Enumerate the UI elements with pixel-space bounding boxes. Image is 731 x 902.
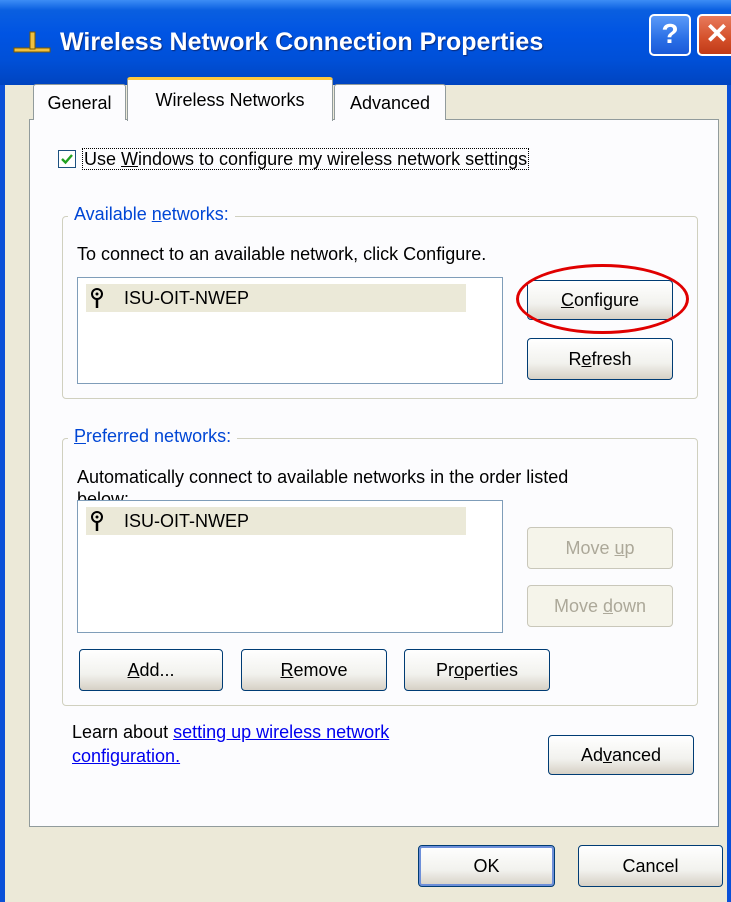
window-title: Wireless Network Connection Properties <box>60 28 544 56</box>
available-networks-list[interactable]: ISU-OIT-NWEP <box>77 277 503 384</box>
window-frame-right <box>727 85 731 902</box>
available-instructions: To connect to an available network, clic… <box>77 244 487 264</box>
move-up-button[interactable]: Move up <box>527 527 673 569</box>
advanced-button[interactable]: Advanced <box>548 735 694 775</box>
preferred-networks-list[interactable]: ISU-OIT-NWEP <box>77 500 503 633</box>
network-name: ISU-OIT-NWEP <box>124 511 249 531</box>
properties-button[interactable]: Properties <box>404 649 550 691</box>
ok-button[interactable]: OK <box>418 845 555 887</box>
properties-dialog: Wireless Network Connection Properties ?… <box>0 0 731 902</box>
add-button[interactable]: Add... <box>79 649 223 691</box>
antenna-icon <box>91 288 103 308</box>
close-button[interactable]: ✕ <box>697 14 731 56</box>
list-item[interactable]: ISU-OIT-NWEP <box>86 507 466 535</box>
help-button[interactable]: ? <box>649 14 691 56</box>
remove-button[interactable]: Remove <box>241 649 387 691</box>
available-networks-legend: Available networks: <box>68 204 235 225</box>
tab-general[interactable]: General <box>33 84 126 120</box>
use-windows-label: Use Windows to configure my wireless net… <box>82 148 530 170</box>
title-bar[interactable]: Wireless Network Connection Properties ?… <box>0 0 731 85</box>
setup-link-line1[interactable]: setting up wireless network <box>173 722 389 742</box>
move-down-button[interactable]: Move down <box>527 585 673 627</box>
network-name: ISU-OIT-NWEP <box>124 288 249 308</box>
list-item[interactable]: ISU-OIT-NWEP <box>86 284 466 312</box>
preferred-networks-legend: Preferred networks: <box>68 426 238 447</box>
tab-wireless-networks[interactable]: Wireless Networks <box>127 77 333 121</box>
cancel-button[interactable]: Cancel <box>578 845 723 887</box>
use-windows-checkbox[interactable] <box>58 150 76 168</box>
preferred-instructions-line1: Automatically connect to available netwo… <box>77 467 569 487</box>
network-connection-icon <box>13 31 51 53</box>
learn-about-text: Learn about setting up wireless network … <box>72 722 390 766</box>
setup-link-line2[interactable]: configuration. <box>72 746 180 766</box>
use-windows-checkbox-row[interactable]: Use Windows to configure my wireless net… <box>58 147 530 171</box>
tab-advanced[interactable]: Advanced <box>334 84 446 120</box>
refresh-button[interactable]: Refresh <box>527 338 673 380</box>
checkmark-icon <box>61 154 73 165</box>
highlight-circle <box>516 264 689 334</box>
window-frame-left <box>0 85 5 902</box>
antenna-icon <box>91 511 103 531</box>
